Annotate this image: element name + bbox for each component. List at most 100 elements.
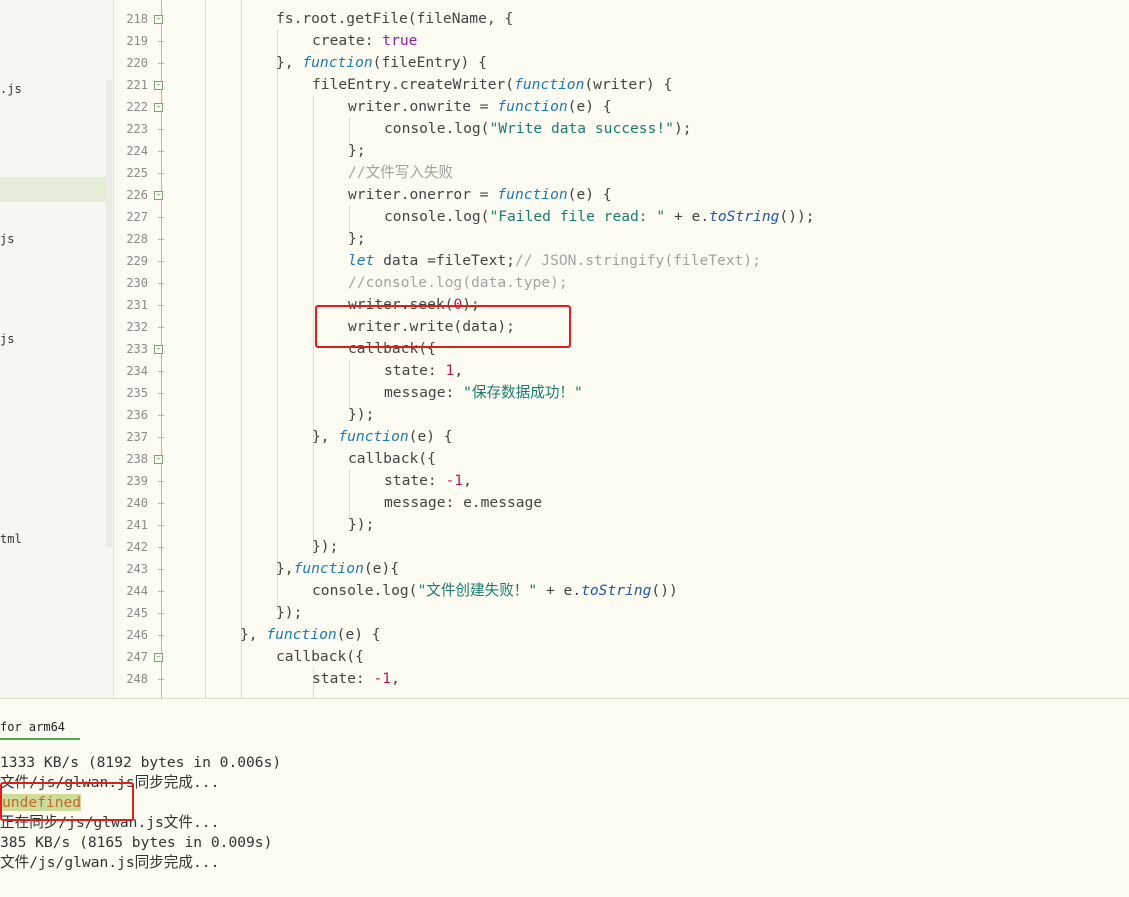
- fold-toggle-icon[interactable]: −: [154, 103, 163, 112]
- line-number: 228: [126, 232, 148, 246]
- fold-guide-tick: [158, 547, 164, 548]
- code-line-224: };: [348, 142, 366, 159]
- line-number: 219: [126, 34, 148, 48]
- fold-guide-tick: [158, 613, 164, 614]
- sidebar-item-js-file[interactable]: js: [0, 332, 14, 346]
- line-number: 240: [126, 496, 148, 510]
- indent-guide: [313, 96, 314, 556]
- fold-guide-tick: [158, 151, 164, 152]
- fold-guide-tick: [158, 635, 164, 636]
- line-number: 234: [126, 364, 148, 378]
- code-line-223: console.log("Write data success!");: [384, 120, 692, 137]
- sidebar-scrollbar[interactable]: [106, 80, 112, 547]
- code-line-248: state: -1,: [312, 670, 400, 687]
- fold-toggle-icon[interactable]: −: [154, 455, 163, 464]
- code-line-236: });: [348, 406, 375, 423]
- fold-toggle-icon[interactable]: −: [154, 81, 163, 90]
- code-line-240: message: e.message: [384, 494, 543, 511]
- code-line-228: };: [348, 230, 366, 247]
- fold-toggle-icon[interactable]: −: [154, 191, 163, 200]
- fold-guide-tick: [158, 173, 164, 174]
- line-number: 244: [126, 584, 148, 598]
- fold-guide-tick: [158, 569, 164, 570]
- code-editor[interactable]: fs.root.getFile(fileName, { create: true…: [168, 0, 1129, 698]
- line-number: 245: [126, 606, 148, 620]
- code-line-238: callback({: [348, 450, 436, 467]
- line-number: 242: [126, 540, 148, 554]
- sidebar-item-html-file[interactable]: tml: [0, 532, 22, 546]
- code-line-244: console.log("文件创建失败！" + e.toString()): [312, 582, 678, 599]
- line-number-gutter: 218−219 220 221−222−223 224 225 226−227 228 229…: [114, 0, 168, 698]
- code-line-237: }, function(e) {: [312, 428, 453, 445]
- indent-guide: [205, 0, 206, 698]
- line-number: 237: [126, 430, 148, 444]
- code-line-241: });: [348, 516, 375, 533]
- fold-guide-tick: [158, 525, 164, 526]
- console-tab[interactable]: for arm64: [0, 718, 80, 740]
- code-line-222: writer.onwrite = function(e) {: [348, 98, 612, 115]
- line-number: 226: [126, 188, 148, 202]
- code-line-220: }, function(fileEntry) {: [276, 54, 487, 71]
- line-number: 235: [126, 386, 148, 400]
- line-number: 239: [126, 474, 148, 488]
- fold-toggle-icon[interactable]: −: [154, 653, 163, 662]
- code-line-247: callback({: [276, 648, 364, 665]
- code-line-243: },function(e){: [276, 560, 400, 577]
- fold-guide-tick: [158, 217, 164, 218]
- sidebar-item-js-file[interactable]: js: [0, 232, 14, 246]
- code-line-239: state: -1,: [384, 472, 472, 489]
- line-number: 230: [126, 276, 148, 290]
- code-line-245: });: [276, 604, 303, 621]
- fold-guide-tick: [158, 129, 164, 130]
- fold-guide-tick: [158, 63, 164, 64]
- fold-guide-tick: [158, 481, 164, 482]
- line-number: 223: [126, 122, 148, 136]
- file-explorer-sidebar: .js js js tml: [0, 0, 114, 698]
- code-line-225: //文件写入失败: [348, 164, 454, 181]
- console-line: 1333 KB/s (8192 bytes in 0.006s): [0, 754, 282, 771]
- line-number: 218: [126, 12, 148, 26]
- line-number: 241: [126, 518, 148, 532]
- fold-guide-tick: [158, 371, 164, 372]
- code-line-229: let data =fileText;// JSON.stringify(fil…: [348, 252, 761, 269]
- indent-guide: [349, 470, 350, 520]
- line-number: 224: [126, 144, 148, 158]
- annotation-highlight-box: [0, 782, 134, 821]
- line-number: 231: [126, 298, 148, 312]
- annotation-highlight-box: [315, 305, 571, 348]
- line-number: 243: [126, 562, 148, 576]
- line-number: 233: [126, 342, 148, 356]
- line-number: 221: [126, 78, 148, 92]
- fold-guide-tick: [158, 393, 164, 394]
- code-line-234: state: 1,: [384, 362, 464, 379]
- fold-guide-tick: [158, 437, 164, 438]
- line-number: 222: [126, 100, 148, 114]
- indent-guide: [241, 0, 242, 698]
- line-number: 229: [126, 254, 148, 268]
- fold-guide-tick: [158, 261, 164, 262]
- line-number: 225: [126, 166, 148, 180]
- code-line-235: message: "保存数据成功！": [384, 384, 583, 401]
- code-line-230: //console.log(data.type);: [348, 274, 568, 291]
- code-line-242: });: [312, 538, 339, 555]
- sidebar-item-js-file[interactable]: .js: [0, 82, 22, 96]
- fold-guide-tick: [158, 327, 164, 328]
- fold-toggle-icon[interactable]: −: [154, 15, 163, 24]
- sidebar-selected-row[interactable]: [0, 177, 106, 202]
- fold-guide-tick: [158, 679, 164, 680]
- line-number: 238: [126, 452, 148, 466]
- fold-guide-tick: [158, 41, 164, 42]
- line-number: 227: [126, 210, 148, 224]
- fold-guide-tick: [158, 305, 164, 306]
- line-number: 247: [126, 650, 148, 664]
- code-line-227: console.log("Failed file read: " + e.toS…: [384, 208, 815, 225]
- fold-guide-tick: [158, 503, 164, 504]
- fold-toggle-icon[interactable]: −: [154, 345, 163, 354]
- code-line-219: create: true: [312, 32, 418, 49]
- line-number: 248: [126, 672, 148, 686]
- line-number: 246: [126, 628, 148, 642]
- fold-guide-tick: [158, 415, 164, 416]
- indent-guide: [277, 30, 278, 610]
- console-line: 文件/js/glwan.js同步完成...: [0, 854, 220, 871]
- console-line: 385 KB/s (8165 bytes in 0.009s): [0, 834, 273, 851]
